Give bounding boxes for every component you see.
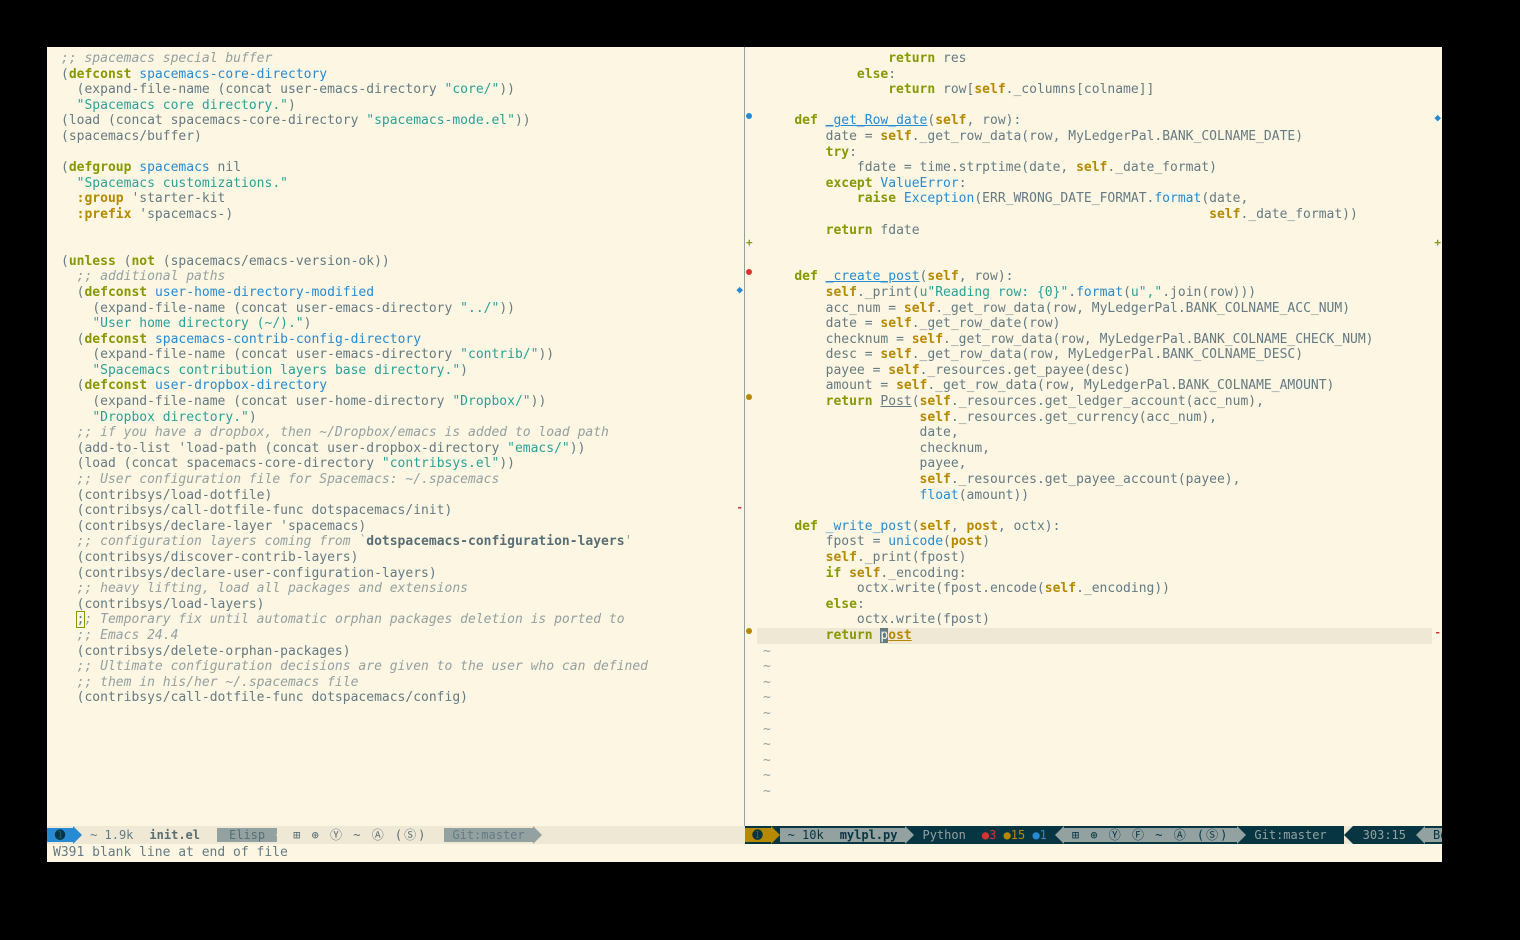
editor-frame: ;; spacemacs special buffer (defconst sp…: [47, 47, 1442, 862]
git-branch[interactable]: Git:master: [444, 828, 532, 842]
major-mode[interactable]: Python: [914, 828, 973, 842]
cursor-position: 303:15: [1353, 828, 1416, 842]
flycheck-status[interactable]: ●3 ●15 ●1: [974, 828, 1055, 842]
modeline-right[interactable]: ➊ ~ 10k mylpl.py Python ●3 ●15 ●1 ⊞ ⊕ Ⓨ …: [745, 826, 1443, 844]
left-gutter: [47, 47, 55, 826]
modelines: ➊ ~ 1.9k init.el Elisp ⊞ ⊕ Ⓨ ~ Ⓐ (Ⓢ) Git…: [47, 826, 1442, 844]
panes: ;; spacemacs special buffer (defconst sp…: [47, 47, 1442, 826]
echo-area: W391 blank line at end of file: [47, 844, 1442, 862]
minor-mode-icons[interactable]: ⊞ ⊕ Ⓨ Ⓕ ~ Ⓐ (Ⓢ): [1064, 828, 1237, 842]
buffer-filename[interactable]: mylpl.py: [832, 828, 906, 842]
right-gutter: +: [745, 47, 757, 826]
buffer-size: ~ 1.9k: [82, 828, 141, 842]
left-diff-gutter: ◆-: [734, 47, 744, 826]
scroll-position: Bottom: [1425, 828, 1442, 842]
buffer-filename[interactable]: init.el: [141, 828, 208, 842]
major-mode[interactable]: Elisp: [217, 828, 277, 842]
right-code[interactable]: return res else: return row[self._column…: [757, 47, 1432, 826]
buffer-size: ~ 10k: [780, 828, 832, 842]
left-pane[interactable]: ;; spacemacs special buffer (defconst sp…: [47, 47, 745, 826]
minor-mode-icons[interactable]: ⊞ ⊕ Ⓨ ~ Ⓐ (Ⓢ): [285, 828, 435, 842]
evil-state-indicator: ➊: [745, 828, 771, 842]
left-code[interactable]: ;; spacemacs special buffer (defconst sp…: [55, 47, 734, 826]
right-pane[interactable]: + return res else: return row[self._colu…: [745, 47, 1442, 826]
modeline-left[interactable]: ➊ ~ 1.9k init.el Elisp ⊞ ⊕ Ⓨ ~ Ⓐ (Ⓢ) Git…: [47, 826, 745, 844]
git-branch[interactable]: Git:master: [1246, 828, 1334, 842]
evil-state-indicator: ➊: [47, 828, 73, 842]
right-diff-gutter: ◆+-: [1432, 47, 1442, 826]
